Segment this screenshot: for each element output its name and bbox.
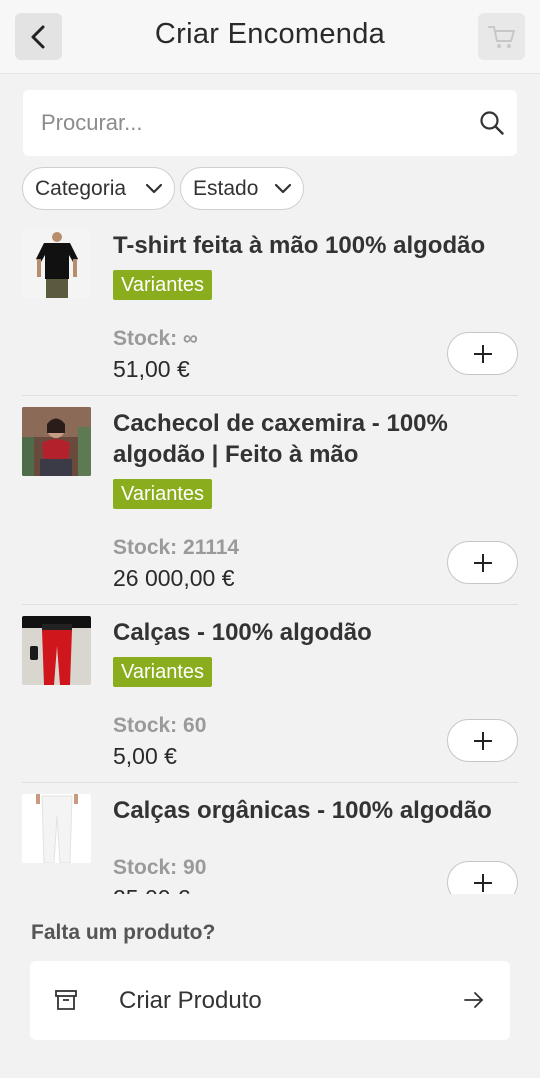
missing-product-label: Falta um produto? xyxy=(31,921,216,944)
variants-badge: Variantes xyxy=(113,270,213,300)
product-thumbnail xyxy=(22,407,91,476)
product-name: T-shirt feita à mão 100% algodão xyxy=(113,232,486,259)
plus-icon xyxy=(473,731,492,750)
product-price: 5,00 € xyxy=(113,743,177,769)
product-name: Calças - 100% algodão xyxy=(113,619,372,646)
chevron-down-icon xyxy=(274,183,292,194)
add-to-order-button[interactable] xyxy=(447,541,518,584)
plus-icon xyxy=(473,553,492,572)
product-thumbnail xyxy=(22,794,91,863)
product-price: 25,00 € xyxy=(113,885,190,894)
search-box xyxy=(23,90,517,156)
add-to-order-button[interactable] xyxy=(447,719,518,762)
top-bar: Criar Encomenda xyxy=(0,0,540,74)
product-price: 26 000,00 € xyxy=(113,565,235,591)
cart-icon xyxy=(487,25,515,48)
product-stock: Stock: ∞ xyxy=(113,327,198,350)
variants-badge: Variantes xyxy=(113,479,213,509)
product-list[interactable]: T-shirt feita à mão 100% algodão Variant… xyxy=(0,218,540,894)
product-name: Cachecol de caxemira - 100% algodão | Fe… xyxy=(113,410,448,468)
search-icon[interactable] xyxy=(479,110,505,136)
filter-categoria[interactable]: Categoria xyxy=(22,167,175,210)
product-item[interactable]: Cachecol de caxemira - 100% algodão | Fe… xyxy=(22,396,518,605)
page-title: Criar Encomenda xyxy=(154,18,386,50)
product-stock: Stock: 60 xyxy=(113,714,207,737)
cart-button[interactable] xyxy=(478,13,525,60)
product-item[interactable]: Calças orgânicas - 100% algodão Stock: 9… xyxy=(22,783,518,894)
create-product-button[interactable]: Criar Produto xyxy=(30,961,510,1040)
product-thumbnail xyxy=(22,616,91,685)
chevron-down-icon xyxy=(145,183,163,194)
filter-estado-label: Estado xyxy=(193,176,259,200)
product-stock: Stock: 90 xyxy=(113,856,207,879)
search-input[interactable] xyxy=(41,90,461,156)
filter-estado[interactable]: Estado xyxy=(180,167,304,210)
create-product-label: Criar Produto xyxy=(119,987,262,1014)
add-to-order-button[interactable] xyxy=(447,861,518,894)
product-stock: Stock: 21114 xyxy=(113,536,240,559)
arrow-right-icon xyxy=(464,992,483,1008)
variants-badge: Variantes xyxy=(113,657,213,687)
product-price: 51,00 € xyxy=(113,356,190,382)
add-to-order-button[interactable] xyxy=(447,332,518,375)
plus-icon xyxy=(473,344,492,363)
product-item[interactable]: T-shirt feita à mão 100% algodão Variant… xyxy=(22,218,518,396)
archive-box-icon xyxy=(55,990,77,1010)
filter-categoria-label: Categoria xyxy=(35,176,127,200)
product-item[interactable]: Calças - 100% algodão Variantes Stock: 6… xyxy=(22,605,518,783)
product-name: Calças orgânicas - 100% algodão xyxy=(113,797,492,824)
plus-icon xyxy=(473,873,492,892)
product-thumbnail xyxy=(22,229,91,298)
